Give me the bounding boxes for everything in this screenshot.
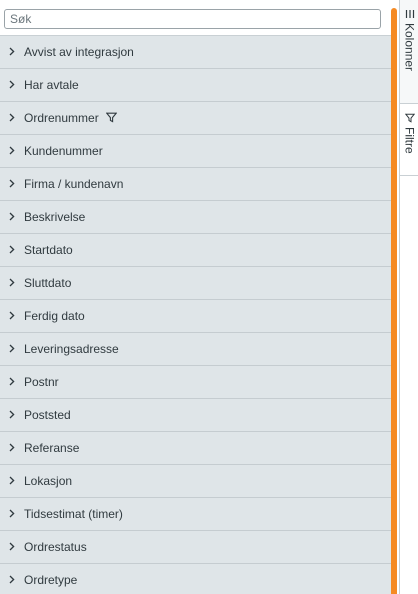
column-item[interactable]: Sluttdato [0,267,391,300]
column-item-label: Firma / kundenavn [24,177,124,191]
chevron-right-icon[interactable] [0,498,24,531]
tab-filters[interactable]: Filtre [400,104,418,176]
column-item-label: Sluttdato [24,276,72,290]
chevron-right-icon[interactable] [0,333,24,366]
column-item[interactable]: Har avtale [0,69,391,102]
column-item-label: Tidsestimat (timer) [24,507,123,521]
tab-columns-label: Kolonner [402,23,417,72]
chevron-right-icon[interactable] [0,102,24,135]
chevron-right-icon[interactable] [0,36,24,69]
column-item[interactable]: Startdato [0,234,391,267]
column-item[interactable]: Beskrivelse [0,201,391,234]
column-item-label: Kundenummer [24,144,103,158]
chevron-right-icon[interactable] [0,366,24,399]
chevron-right-icon[interactable] [0,564,24,594]
column-item[interactable]: Ordrenummer [0,102,391,135]
column-item[interactable]: Poststed [0,399,391,432]
column-item-label: Ordrenummer [24,111,99,125]
column-item-label: Ferdig dato [24,309,85,323]
filter-icon [404,112,415,123]
column-item[interactable]: Kundenummer [0,135,391,168]
column-item-label: Poststed [24,408,71,422]
chevron-right-icon[interactable] [0,267,24,300]
column-item-label: Startdato [24,243,73,257]
panel-resize-handle[interactable] [391,8,397,594]
column-list: Avvist av integrasjon Har avtale Ordrenumm… [0,36,391,594]
search-input[interactable] [4,9,381,29]
column-item[interactable]: Postnr [0,366,391,399]
column-item-label: Har avtale [24,78,79,92]
column-item[interactable]: Lokasjon [0,465,391,498]
chevron-right-icon[interactable] [0,201,24,234]
column-item[interactable]: Firma / kundenavn [0,168,391,201]
chevron-right-icon[interactable] [0,399,24,432]
columns-panel: Avvist av integrasjon Har avtale Ordrenumm… [0,0,391,594]
search-bar [0,0,391,36]
chevron-right-icon[interactable] [0,531,24,564]
tab-filters-label: Filtre [402,127,417,154]
column-item-label: Lokasjon [24,474,73,488]
chevron-right-icon[interactable] [0,465,24,498]
column-item-label: Avvist av integrasjon [24,45,134,59]
column-item[interactable]: Ordrestatus [0,531,391,564]
chevron-right-icon[interactable] [0,69,24,102]
column-item-label: Ordrestatus [24,540,87,554]
column-item[interactable]: Leveringsadresse [0,333,391,366]
column-item-label: Postnr [24,375,59,389]
side-bar: Kolonner Filtre [399,0,418,594]
chevron-right-icon[interactable] [0,234,24,267]
column-item[interactable]: Tidsestimat (timer) [0,498,391,531]
columns-icon [404,8,415,19]
column-item-label: Referanse [24,441,80,455]
filter-icon [105,112,117,123]
chevron-right-icon[interactable] [0,432,24,465]
column-item[interactable]: Ordretype [0,564,391,594]
column-item[interactable]: Referanse [0,432,391,465]
chevron-right-icon[interactable] [0,135,24,168]
column-item[interactable]: Avvist av integrasjon [0,36,391,69]
chevron-right-icon[interactable] [0,168,24,201]
column-item[interactable]: Ferdig dato [0,300,391,333]
column-item-label: Ordretype [24,573,78,587]
chevron-right-icon[interactable] [0,300,24,333]
column-item-label: Leveringsadresse [24,342,119,356]
column-item-label: Beskrivelse [24,210,86,224]
tab-columns[interactable]: Kolonner [400,0,418,104]
